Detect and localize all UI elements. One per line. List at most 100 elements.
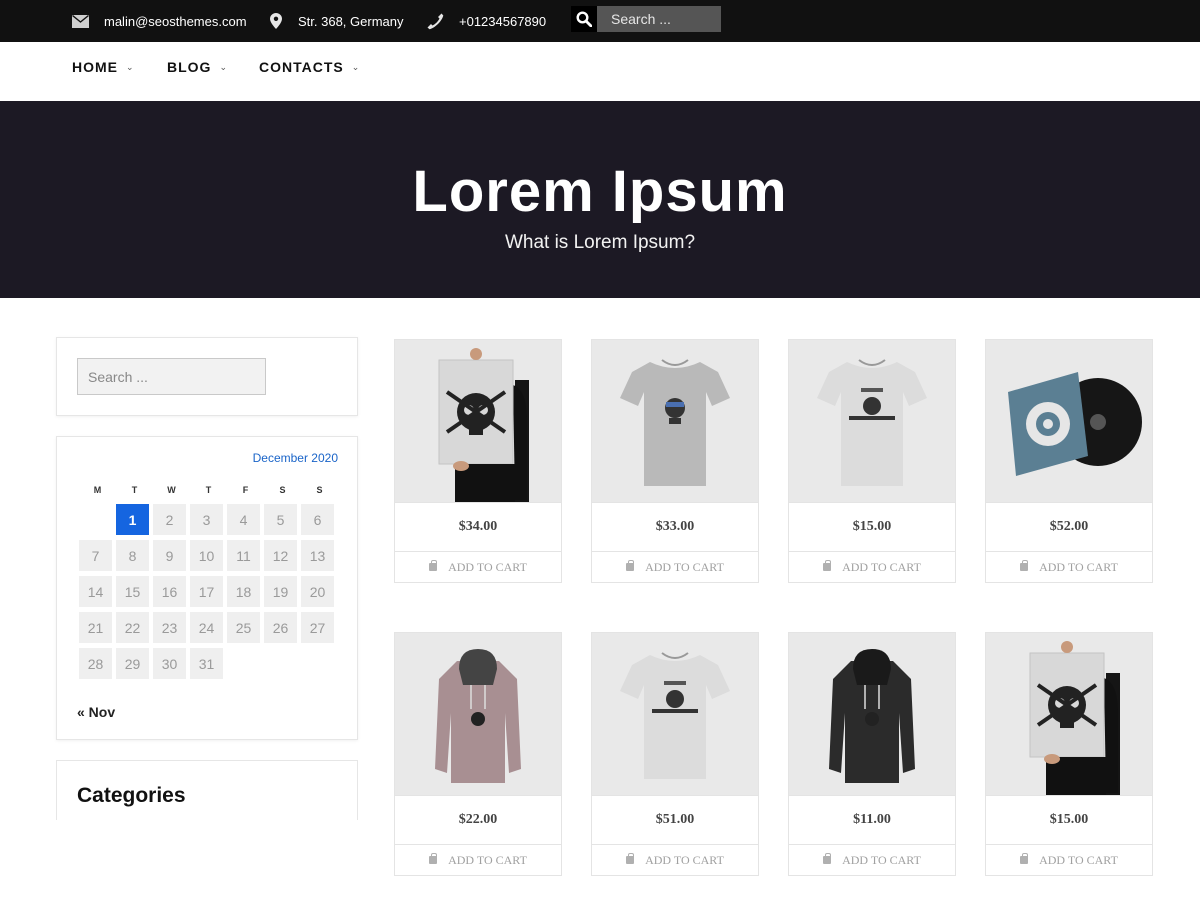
product-card[interactable]: $11.00 ADD TO CART: [788, 632, 956, 876]
calendar-day[interactable]: 13: [301, 540, 334, 571]
nav-item-contacts[interactable]: CONTACTS ⌄: [259, 42, 360, 92]
product-card[interactable]: $52.00 ADD TO CART: [985, 339, 1153, 583]
calendar-prev-month-link[interactable]: « Nov: [77, 704, 115, 720]
map-pin-icon: [270, 13, 282, 29]
weekday-label: F: [242, 485, 249, 495]
hoodie-image[interactable]: [395, 633, 561, 795]
weekday-label: M: [93, 485, 102, 495]
categories-title: Categories: [77, 784, 186, 807]
calendar-day[interactable]: 11: [227, 540, 260, 571]
calendar-day[interactable]: 5: [264, 504, 297, 535]
add-to-cart-button[interactable]: ADD TO CART: [789, 551, 955, 582]
calendar-empty-cell: [264, 648, 297, 679]
calendar-weekdays: M T W T F S S: [79, 481, 338, 499]
tshirt-image[interactable]: [592, 340, 758, 502]
email-text: malin@seosthemes.com: [104, 13, 247, 29]
weekday-label: W: [167, 485, 176, 495]
weekday-label: T: [131, 485, 138, 495]
calendar-grid: M T W T F S S 1 2 3 4 5 6 7 8 9 10 11 12 13 14 15 16 17 1…: [79, 481, 338, 679]
calendar-day[interactable]: 21: [79, 612, 112, 643]
product-price: $22.00: [395, 795, 561, 844]
album-image[interactable]: [986, 340, 1152, 502]
add-to-cart-button[interactable]: ADD TO CART: [395, 551, 561, 582]
product-price: $15.00: [789, 502, 955, 551]
calendar-day[interactable]: 30: [153, 648, 186, 679]
tshirt-image[interactable]: [789, 340, 955, 502]
calendar-day[interactable]: 20: [301, 576, 334, 607]
calendar-day[interactable]: 6: [301, 504, 334, 535]
calendar-day[interactable]: 14: [79, 576, 112, 607]
address-text: Str. 368, Germany: [298, 13, 404, 29]
add-to-cart-label: ADD TO CART: [645, 560, 724, 574]
poster-image[interactable]: [986, 633, 1152, 795]
calendar-day[interactable]: 12: [264, 540, 297, 571]
tshirt-image[interactable]: [592, 633, 758, 795]
calendar-day[interactable]: 1: [116, 504, 149, 535]
phone-icon: [426, 12, 444, 30]
calendar-day[interactable]: 9: [153, 540, 186, 571]
add-to-cart-label: ADD TO CART: [448, 853, 527, 867]
top-search-input[interactable]: [597, 6, 721, 32]
calendar-day[interactable]: 15: [116, 576, 149, 607]
phone-contact[interactable]: +01234567890: [426, 0, 546, 42]
shopping-bag-icon: [429, 560, 438, 571]
calendar-day[interactable]: 7: [79, 540, 112, 571]
add-to-cart-button[interactable]: ADD TO CART: [986, 844, 1152, 875]
calendar-day[interactable]: 24: [190, 612, 223, 643]
chevron-down-icon: ⌄: [126, 61, 135, 72]
poster-image[interactable]: [395, 340, 561, 502]
calendar-day[interactable]: 2: [153, 504, 186, 535]
calendar-empty-cell: [227, 648, 260, 679]
calendar-day[interactable]: 18: [227, 576, 260, 607]
weekday-label: T: [205, 485, 212, 495]
product-card[interactable]: $51.00 ADD TO CART: [591, 632, 759, 876]
calendar-week-row: 28 29 30 31: [79, 648, 338, 679]
product-price: $51.00: [592, 795, 758, 844]
calendar-week-row: 123456: [79, 504, 338, 535]
calendar-day[interactable]: 8: [116, 540, 149, 571]
add-to-cart-button[interactable]: ADD TO CART: [789, 844, 955, 875]
add-to-cart-label: ADD TO CART: [448, 560, 527, 574]
calendar-day[interactable]: 17: [190, 576, 223, 607]
chevron-down-icon: ⌄: [219, 61, 228, 72]
add-to-cart-button[interactable]: ADD TO CART: [395, 844, 561, 875]
calendar-day[interactable]: 3: [190, 504, 223, 535]
calendar-day[interactable]: 4: [227, 504, 260, 535]
calendar-day[interactable]: 16: [153, 576, 186, 607]
calendar-day[interactable]: 25: [227, 612, 260, 643]
nav-item-label: CONTACTS: [259, 59, 344, 75]
calendar-day[interactable]: 26: [264, 612, 297, 643]
add-to-cart-button[interactable]: ADD TO CART: [986, 551, 1152, 582]
calendar-day[interactable]: 31: [190, 648, 223, 679]
sidebar-search-input[interactable]: [77, 358, 266, 395]
calendar-widget: December 2020 M T W T F S S 1 2 3 4 5 6 7 8 9 10 1…: [56, 436, 358, 740]
product-card[interactable]: $33.00 ADD TO CART: [591, 339, 759, 583]
product-card[interactable]: $15.00 ADD TO CART: [985, 632, 1153, 876]
hoodie-image[interactable]: [789, 633, 955, 795]
product-card[interactable]: $34.00 ADD TO CART: [394, 339, 562, 583]
calendar-day[interactable]: 19: [264, 576, 297, 607]
hero-subtitle: What is Lorem Ipsum?: [504, 232, 696, 253]
calendar-day[interactable]: 27: [301, 612, 334, 643]
product-card[interactable]: $22.00 ADD TO CART: [394, 632, 562, 876]
search-icon[interactable]: [571, 6, 597, 32]
email-contact[interactable]: malin@seosthemes.com: [72, 0, 247, 42]
add-to-cart-button[interactable]: ADD TO CART: [592, 844, 758, 875]
add-to-cart-button[interactable]: ADD TO CART: [592, 551, 758, 582]
calendar-day[interactable]: 10: [190, 540, 223, 571]
nav-item-home[interactable]: HOME ⌄: [72, 42, 135, 92]
product-price: $33.00: [592, 502, 758, 551]
calendar-week-row: 7 8 9 10 11 12 13: [79, 540, 338, 571]
nav-item-blog[interactable]: BLOG ⌄: [167, 42, 228, 92]
address-contact: Str. 368, Germany: [270, 0, 404, 42]
weekday-label: S: [316, 485, 323, 495]
shopping-bag-icon: [626, 560, 635, 571]
calendar-day[interactable]: 23: [153, 612, 186, 643]
calendar-day[interactable]: 28: [79, 648, 112, 679]
calendar-day[interactable]: 29: [116, 648, 149, 679]
hero-banner: Lorem Ipsum What is Lorem Ipsum?: [0, 101, 1200, 298]
nav-item-label: HOME: [72, 59, 118, 75]
calendar-day[interactable]: 22: [116, 612, 149, 643]
product-price: $15.00: [986, 795, 1152, 844]
product-card[interactable]: $15.00 ADD TO CART: [788, 339, 956, 583]
